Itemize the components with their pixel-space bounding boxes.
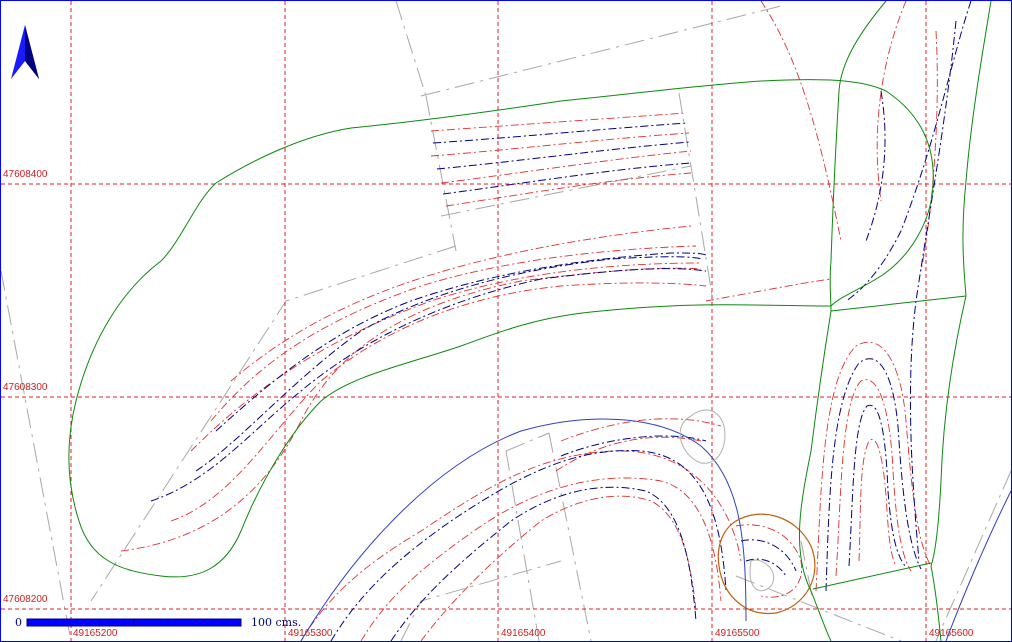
map-canvas[interactable] xyxy=(1,1,1011,641)
grid-label-x-0: 49165200 xyxy=(73,628,118,639)
grid-label-x-2: 49165400 xyxy=(501,628,546,639)
north-arrow-icon xyxy=(11,25,39,79)
stream-line xyxy=(300,418,1011,641)
scale-bar xyxy=(26,618,242,627)
grid-label-x-1: 49165300 xyxy=(288,628,333,639)
grid-label-y-1: 47608300 xyxy=(3,382,48,393)
contour-lines-blue xyxy=(150,1,972,641)
grid-label-x-3: 49165500 xyxy=(715,628,760,639)
gray-circle-feature xyxy=(679,409,774,592)
grid-label-x-4: 49165600 xyxy=(929,628,974,639)
parcel-outlines-green xyxy=(68,1,992,641)
scale-start-label: 0 xyxy=(15,616,22,629)
grid-label-y-0: 47608400 xyxy=(3,169,48,180)
contour-lines-red xyxy=(120,1,938,641)
map-viewport[interactable]: 49165200 49165300 49165400 49165500 4916… xyxy=(0,0,1012,642)
scale-end-label: 100 cms. xyxy=(251,616,302,629)
grid-label-y-2: 47608200 xyxy=(3,594,48,605)
